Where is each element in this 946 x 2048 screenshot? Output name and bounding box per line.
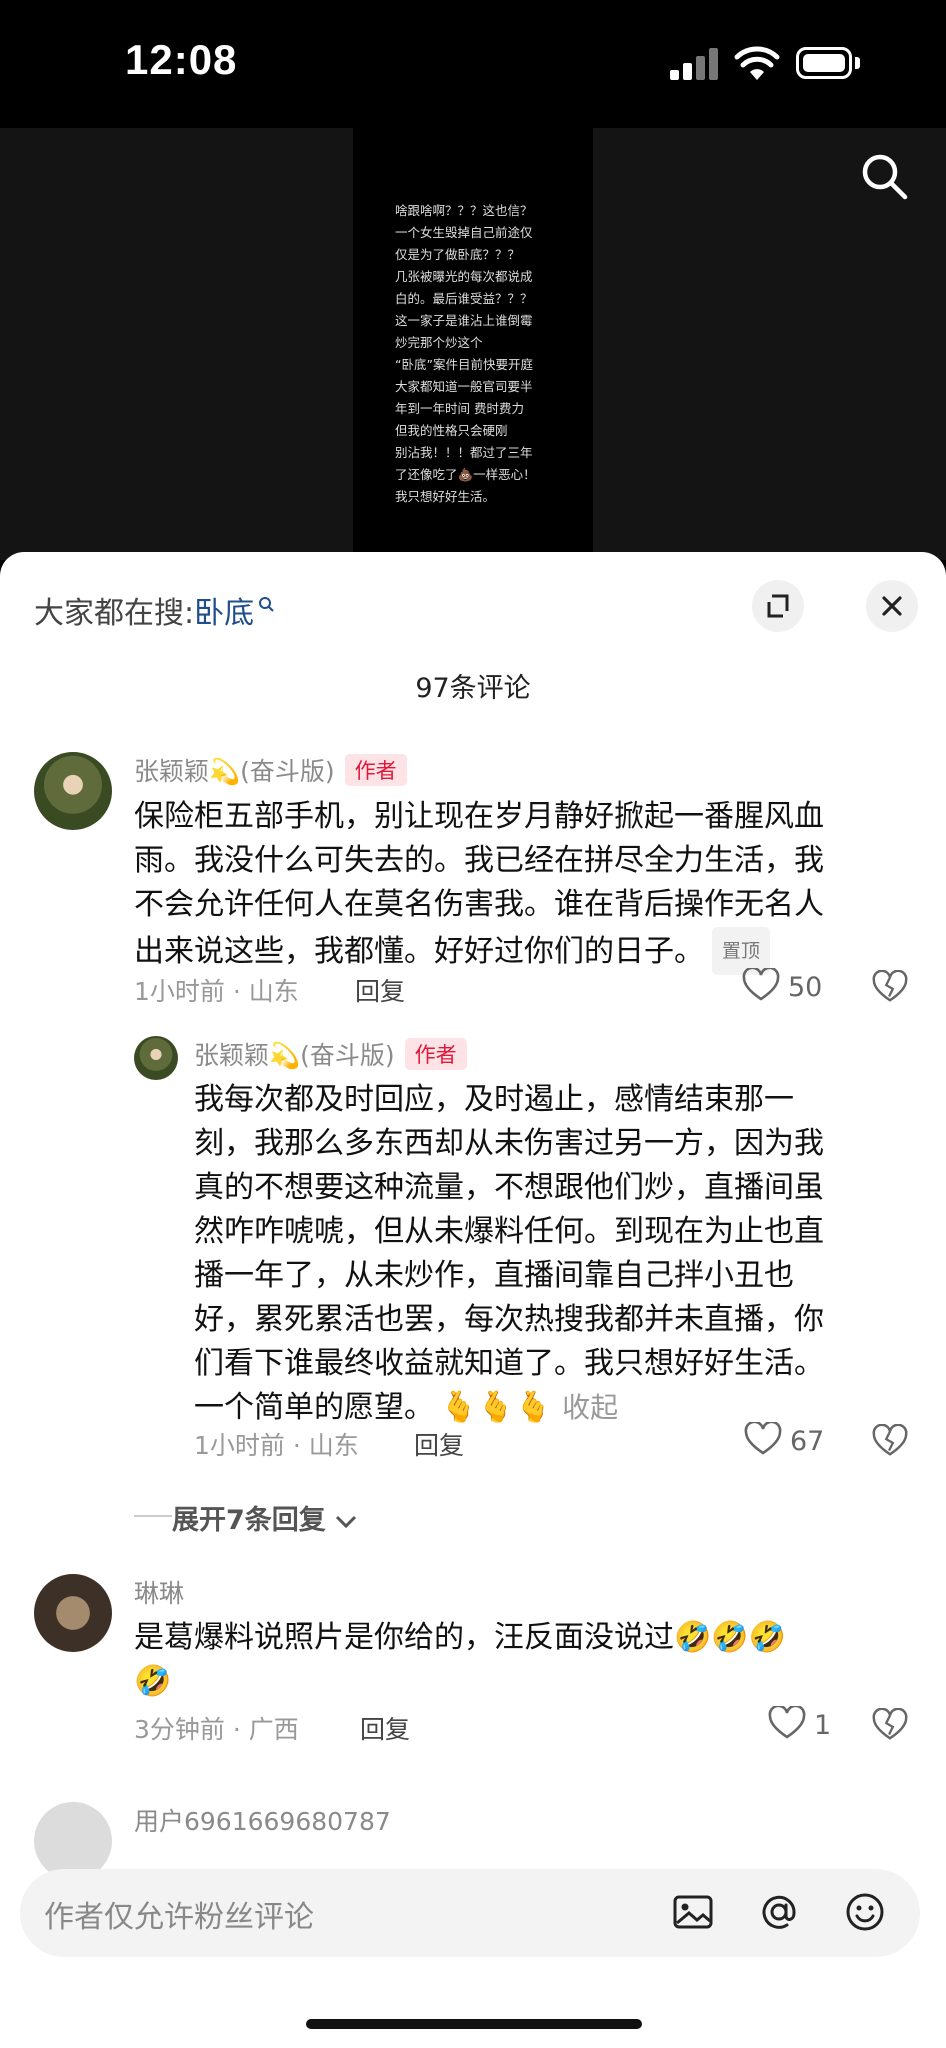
like-button[interactable]: 1 bbox=[768, 1704, 832, 1741]
comment-input-bar[interactable]: 作者仅允许粉丝评论 bbox=[20, 1869, 920, 1957]
mention-icon[interactable] bbox=[756, 1889, 802, 1935]
author-tag: 作者 bbox=[404, 1038, 467, 1070]
comment-text: 保险柜五部手机，别让现在岁月静好掀起一番腥风血 雨。我没什么可失去的。我已经在拼… bbox=[134, 795, 824, 975]
reply-button[interactable]: 回复 bbox=[355, 972, 405, 1008]
comment-text: 是葛爆料说照片是你给的，汪反面没说过🤣🤣🤣 🤣 bbox=[134, 1620, 787, 1699]
avatar[interactable] bbox=[134, 1036, 178, 1080]
expand-replies-button[interactable]: 展开7条回复 bbox=[172, 1498, 357, 1537]
expand-divider bbox=[134, 1515, 172, 1517]
reply-button[interactable]: 回复 bbox=[414, 1426, 464, 1462]
search-prefix: 大家都在搜: bbox=[34, 596, 195, 631]
like-count: 67 bbox=[790, 1426, 825, 1457]
comment-input-placeholder: 作者仅允许粉丝评论 bbox=[44, 1900, 314, 1935]
cellular-signal-icon bbox=[670, 48, 720, 80]
comment-author-name[interactable]: 张颖颖💫(奋斗版) 作者 bbox=[194, 1036, 467, 1072]
expand-icon bbox=[767, 594, 789, 618]
comment-meta: 1小时前 · 山东 bbox=[194, 1431, 359, 1460]
broken-heart-icon[interactable] bbox=[872, 1708, 908, 1742]
comment-author-name[interactable]: 用户6961669680787 bbox=[134, 1802, 391, 1838]
finger-heart-emojis: 🫰🫰🫰 bbox=[440, 1390, 553, 1425]
comment-author-name[interactable]: 张颖颖💫(奋斗版) 作者 bbox=[134, 752, 407, 788]
status-time: 12:08 bbox=[125, 36, 238, 83]
keyword-search-icon bbox=[259, 597, 274, 612]
comment-author-name[interactable]: 琳琳 bbox=[134, 1574, 184, 1610]
close-button[interactable] bbox=[866, 580, 918, 632]
close-icon bbox=[882, 596, 902, 616]
search-icon[interactable] bbox=[858, 150, 910, 202]
comment-sheet: 大家都在搜:卧底 97条评论 张颖颖💫(奋斗版) 作者 保险柜五部手机，别让现在岁… bbox=[0, 552, 946, 2048]
reply-button[interactable]: 回复 bbox=[360, 1710, 410, 1746]
comment-meta: 1小时前 · 山东 bbox=[134, 977, 299, 1006]
expand-button[interactable] bbox=[752, 580, 804, 632]
heart-icon bbox=[742, 966, 780, 1001]
status-bar: 12:08 bbox=[0, 0, 946, 128]
battery-cap bbox=[855, 57, 860, 69]
chevron-down-icon bbox=[336, 1515, 357, 1529]
home-indicator[interactable] bbox=[306, 2019, 642, 2029]
video-overlay-text: 啥跟啥啊？？？这也信？ 一个女生毁掉自己前途仅 仅是为了做卧底？？？ 几张被曝光… bbox=[395, 203, 536, 504]
wifi-icon bbox=[734, 46, 780, 80]
broken-heart-icon[interactable] bbox=[872, 1424, 908, 1458]
like-button[interactable]: 67 bbox=[744, 1420, 825, 1457]
like-button[interactable]: 50 bbox=[742, 966, 823, 1003]
like-count: 50 bbox=[788, 972, 823, 1003]
like-count: 1 bbox=[814, 1710, 832, 1741]
comment-meta: 3分钟前 · 广西 bbox=[134, 1715, 299, 1744]
comment-text: 我每次都及时回应，及时遏止，感情结束那一 刻，我那么多东西却从未伤害过另一方，因… bbox=[194, 1078, 824, 1430]
trending-search-hint[interactable]: 大家都在搜:卧底 bbox=[34, 588, 274, 632]
search-keyword[interactable]: 卧底 bbox=[194, 596, 254, 631]
author-tag: 作者 bbox=[344, 754, 407, 786]
video-preview[interactable]: 啥跟啥啊？？？这也信？ 一个女生毁掉自己前途仅 仅是为了做卧底？？？ 几张被曝光… bbox=[0, 128, 946, 560]
avatar[interactable] bbox=[34, 1574, 112, 1652]
image-icon[interactable] bbox=[670, 1889, 716, 1935]
broken-heart-icon[interactable] bbox=[872, 970, 908, 1004]
heart-icon bbox=[744, 1420, 782, 1455]
collapse-button[interactable]: 收起 bbox=[562, 1391, 618, 1424]
avatar[interactable] bbox=[34, 752, 112, 830]
heart-icon bbox=[768, 1704, 806, 1739]
comment-count: 97条评论 bbox=[415, 673, 531, 704]
battery-icon bbox=[796, 47, 852, 79]
emoji-icon[interactable] bbox=[842, 1889, 888, 1935]
